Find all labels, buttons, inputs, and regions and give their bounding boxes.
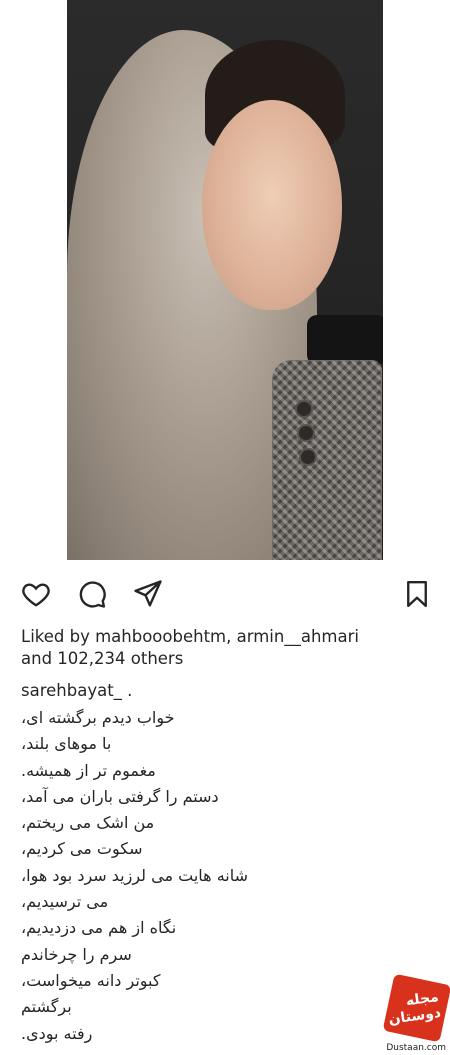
comment-button[interactable] [74,576,110,612]
likes-summary[interactable]: Liked by mahbooobehtm, armin__ahmari and… [21,626,441,670]
caption-line: کبوتر دانه میخواست، [21,970,161,990]
coat-button [299,448,317,466]
caption-line: دستم را گرفتی باران می آمد، [21,786,219,806]
send-icon [134,580,162,607]
sleeve-cuff [307,315,383,365]
post-image[interactable] [67,0,383,560]
watermark-url: Dustaan.com [386,1043,446,1053]
caption-line: نگاه از هم می دزدیدیم، [21,918,177,938]
caption-line: سرم را چرخاندم [21,944,132,964]
caption-line: برگشتم [21,997,72,1017]
coat-button [295,400,313,418]
caption-username[interactable]: sarehbayat_ . [21,681,132,700]
caption-text: خواب دیدم برگشته ای، با موهای بلند، مغمو… [21,705,291,1047]
caption-line: سکوت می کردیم، [21,839,143,859]
site-watermark: مجله دوستان Dustaan.com [380,973,450,1055]
caption-line: من اشک می ریختم، [21,813,155,833]
caption-line: مغموم تر از همیشه. [21,760,156,780]
caption-line: خواب دیدم برگشته ای، [21,708,175,727]
save-button[interactable] [399,576,435,612]
like-button[interactable] [18,576,54,612]
post-actions-bar [0,572,450,616]
caption-line: رفته بودی. [21,1023,93,1043]
caption-line: شانه هایت می لرزید سرد بود هوا، [21,865,249,885]
likes-count: and 102,234 others [21,649,184,668]
heart-icon [22,583,50,607]
share-button[interactable] [130,576,166,612]
caption-line: با موهای بلند، [21,734,112,754]
comment-icon [79,581,106,608]
caption-line: می ترسیدیم، [21,892,109,912]
face [202,100,342,310]
coat-button [297,424,315,442]
likes-line: Liked by mahbooobehtm, armin__ahmari [21,627,359,646]
coat-sleeve [272,360,382,560]
bookmark-icon [407,580,427,608]
